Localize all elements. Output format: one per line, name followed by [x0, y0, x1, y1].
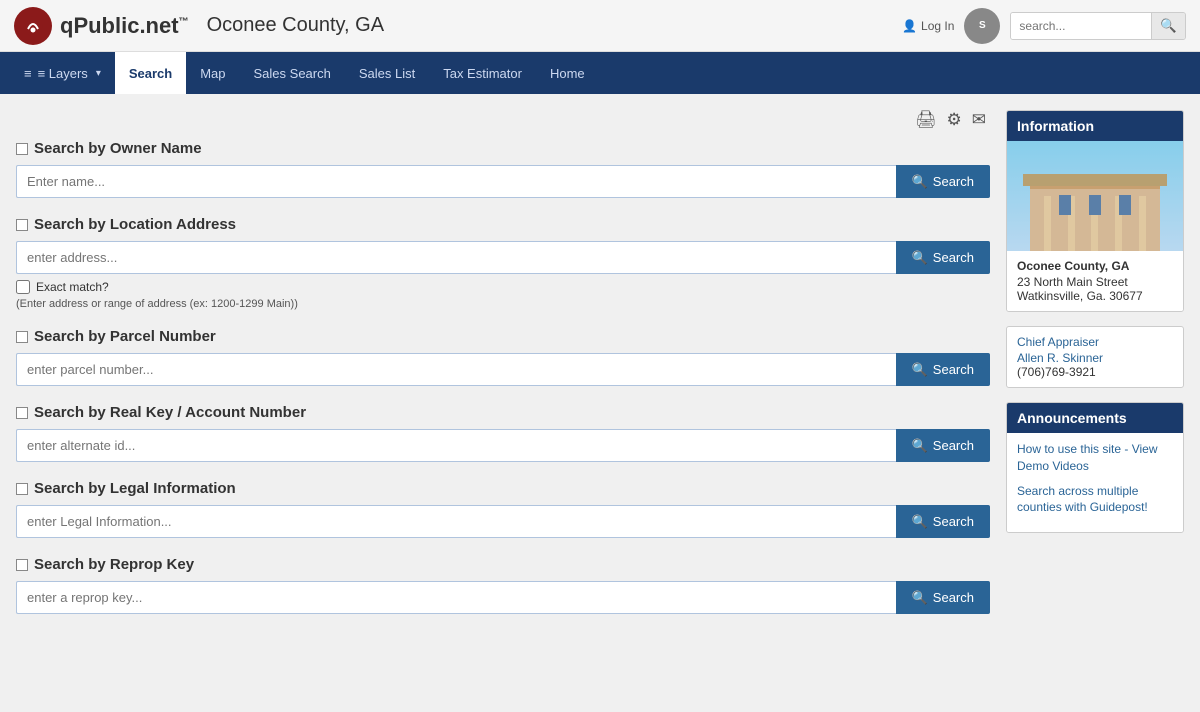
- print-icon[interactable]: 🖨: [915, 110, 937, 130]
- search-icon-1: 🔍: [912, 174, 928, 190]
- owner-name-input[interactable]: [16, 165, 896, 198]
- real-key-title: Search by Real Key / Account Number: [34, 404, 306, 421]
- right-sidebar: Information: [1006, 110, 1184, 632]
- location-address-input[interactable]: [16, 241, 896, 274]
- county-title: Oconee County, GA: [207, 14, 385, 37]
- search-icon-2: 🔍: [912, 250, 928, 266]
- location-address-section: Search by Location Address 🔍 Search Exac…: [16, 216, 990, 310]
- real-key-header: Search by Real Key / Account Number: [16, 404, 990, 421]
- announcements-body: How to use this site - View Demo Videos …: [1007, 433, 1183, 532]
- reprop-key-title: Search by Reprop Key: [34, 556, 194, 573]
- appraiser-phone: (706)769-3921: [1017, 365, 1173, 379]
- owner-name-input-row: 🔍 Search: [16, 165, 990, 198]
- mail-icon[interactable]: ✉: [972, 110, 986, 130]
- legal-info-section: Search by Legal Information 🔍 Search: [16, 480, 990, 538]
- parcel-number-search-button[interactable]: 🔍 Search: [896, 353, 990, 386]
- real-key-input[interactable]: [16, 429, 896, 462]
- reprop-key-toggle[interactable]: [16, 559, 28, 571]
- layers-icon: ≡: [24, 66, 32, 81]
- nav-sales-list[interactable]: Sales List: [345, 52, 429, 94]
- nav-map[interactable]: Map: [186, 52, 239, 94]
- legal-info-search-button[interactable]: 🔍 Search: [896, 505, 990, 538]
- reprop-key-search-button[interactable]: 🔍 Search: [896, 581, 990, 614]
- settings-icon[interactable]: ⚙: [947, 110, 962, 130]
- exact-match-label: Exact match?: [36, 280, 109, 294]
- location-address-header: Search by Location Address: [16, 216, 990, 233]
- parcel-number-section: Search by Parcel Number 🔍 Search: [16, 328, 990, 386]
- announcements-box: Announcements How to use this site - Vie…: [1006, 402, 1184, 533]
- parcel-number-header: Search by Parcel Number: [16, 328, 990, 345]
- nav-tax-estimator[interactable]: Tax Estimator: [429, 52, 536, 94]
- login-button[interactable]: 👤 Log In: [902, 19, 954, 33]
- search-icon-3: 🔍: [912, 362, 928, 378]
- real-key-input-row: 🔍 Search: [16, 429, 990, 462]
- legal-info-title: Search by Legal Information: [34, 480, 236, 497]
- owner-name-section: Search by Owner Name 🔍 Search: [16, 140, 990, 198]
- reprop-key-header: Search by Reprop Key: [16, 556, 990, 573]
- header-search-input[interactable]: [1011, 13, 1151, 39]
- real-key-search-button[interactable]: 🔍 Search: [896, 429, 990, 462]
- nav-search[interactable]: Search: [115, 52, 186, 94]
- location-address-title: Search by Location Address: [34, 216, 236, 233]
- legal-info-input[interactable]: [16, 505, 896, 538]
- location-address-input-row: 🔍 Search: [16, 241, 990, 274]
- schneider-logo: S: [964, 8, 1000, 44]
- county-address1: 23 North Main Street: [1017, 275, 1128, 289]
- owner-name-header: Search by Owner Name: [16, 140, 990, 157]
- info-box: Information: [1006, 110, 1184, 312]
- real-key-section: Search by Real Key / Account Number 🔍 Se…: [16, 404, 990, 462]
- owner-name-title: Search by Owner Name: [34, 140, 202, 157]
- person-icon: 👤: [902, 19, 917, 33]
- chevron-down-icon: ▾: [96, 68, 101, 79]
- info-body: Oconee County, GA 23 North Main Street W…: [1007, 251, 1183, 311]
- announcement-link-2[interactable]: Search across multiple counties with Gui…: [1017, 483, 1173, 517]
- logo-area: qPublic.net™: [14, 7, 189, 45]
- parcel-number-toggle[interactable]: [16, 331, 28, 343]
- nav-sales-search[interactable]: Sales Search: [240, 52, 345, 94]
- address-hint: (Enter address or range of address (ex: …: [16, 298, 990, 310]
- legal-info-input-row: 🔍 Search: [16, 505, 990, 538]
- legal-info-toggle[interactable]: [16, 483, 28, 495]
- logo-icon: [14, 7, 52, 45]
- header-search-button[interactable]: 🔍: [1151, 13, 1185, 39]
- announcement-link-1[interactable]: How to use this site - View Demo Videos: [1017, 441, 1173, 475]
- nav-bar: ≡ ≡ Layers ▾ Search Map Sales Search Sal…: [0, 52, 1200, 94]
- chief-appraiser-label: Chief Appraiser: [1017, 335, 1173, 349]
- exact-match-checkbox[interactable]: [16, 280, 30, 294]
- toolbar-row: 🖨 ⚙ ✉: [16, 110, 990, 130]
- nav-home[interactable]: Home: [536, 52, 599, 94]
- county-building-image: [1007, 141, 1183, 251]
- reprop-key-input[interactable]: [16, 581, 896, 614]
- appraiser-box: Chief Appraiser Allen R. Skinner (706)76…: [1006, 326, 1184, 388]
- announcements-header: Announcements: [1007, 403, 1183, 433]
- legal-info-header: Search by Legal Information: [16, 480, 990, 497]
- layers-label: ≡ Layers: [38, 66, 88, 81]
- logo-text: qPublic.net™: [60, 13, 189, 39]
- reprop-key-input-row: 🔍 Search: [16, 581, 990, 614]
- owner-name-search-button[interactable]: 🔍 Search: [896, 165, 990, 198]
- nav-layers-button[interactable]: ≡ ≡ Layers ▾: [10, 52, 115, 94]
- reprop-key-section: Search by Reprop Key 🔍 Search: [16, 556, 990, 614]
- info-header: Information: [1007, 111, 1183, 141]
- search-icon-6: 🔍: [912, 590, 928, 606]
- search-icon-5: 🔍: [912, 514, 928, 530]
- header-right: 👤 Log In S 🔍: [902, 8, 1186, 44]
- appraiser-name: Allen R. Skinner: [1017, 351, 1173, 365]
- parcel-number-title: Search by Parcel Number: [34, 328, 216, 345]
- owner-name-toggle[interactable]: [16, 143, 28, 155]
- header-search: 🔍: [1010, 12, 1186, 40]
- left-content: 🖨 ⚙ ✉ Search by Owner Name 🔍 Search Se: [16, 110, 990, 632]
- top-header: qPublic.net™ Oconee County, GA 👤 Log In …: [0, 0, 1200, 52]
- county-name: Oconee County, GA: [1017, 259, 1173, 273]
- real-key-toggle[interactable]: [16, 407, 28, 419]
- county-address2: Watkinsville, Ga. 30677: [1017, 289, 1143, 303]
- exact-match-row: Exact match?: [16, 280, 990, 294]
- search-icon-4: 🔍: [912, 438, 928, 454]
- location-address-search-button[interactable]: 🔍 Search: [896, 241, 990, 274]
- location-address-toggle[interactable]: [16, 219, 28, 231]
- main-layout: 🖨 ⚙ ✉ Search by Owner Name 🔍 Search Se: [0, 94, 1200, 648]
- parcel-number-input-row: 🔍 Search: [16, 353, 990, 386]
- parcel-number-input[interactable]: [16, 353, 896, 386]
